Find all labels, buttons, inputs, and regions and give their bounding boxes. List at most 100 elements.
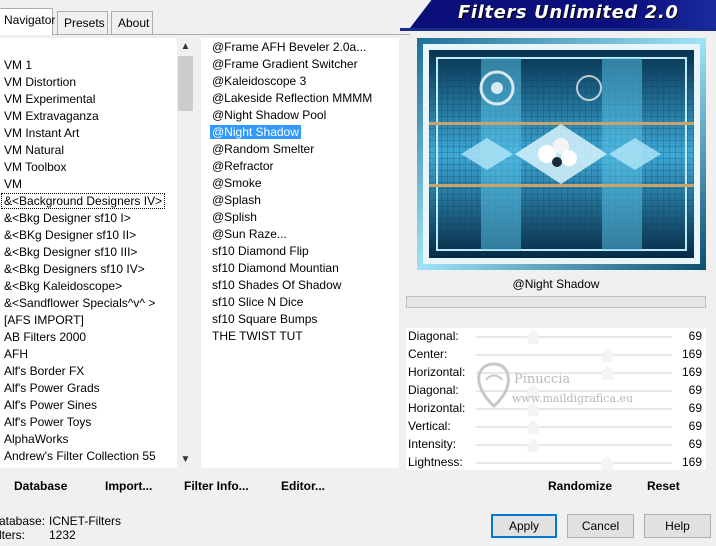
filters-count-label: lters: (0, 528, 26, 542)
category-item-label: AFH (4, 347, 28, 361)
parameter-slider-track[interactable] (476, 462, 672, 464)
filter-item[interactable]: sf10 Diamond Mountian (210, 260, 341, 277)
parameter-slider-thumb[interactable] (601, 366, 614, 380)
category-item[interactable]: &<Bkg Designer sf10 I> (2, 210, 133, 227)
import-button[interactable]: Import... (105, 477, 152, 495)
parameter-slider-track[interactable] (476, 372, 672, 374)
category-item[interactable]: [AFS IMPORT] (2, 312, 86, 329)
help-button[interactable]: Help (644, 514, 711, 538)
category-item[interactable]: AB Filters 2000 (2, 329, 88, 346)
filter-item[interactable]: sf10 Shades Of Shadow (210, 277, 343, 294)
parameter-row[interactable]: Diagonal: 69 (406, 382, 706, 400)
parameter-slider-thumb[interactable] (527, 438, 540, 452)
parameter-row[interactable]: Intensity: 69 (406, 436, 706, 454)
parameter-slider-track[interactable] (476, 390, 672, 392)
tab-navigator[interactable]: Navigator (0, 8, 55, 35)
parameter-slider-thumb[interactable] (527, 402, 540, 416)
filter-info-button[interactable]: Filter Info... (184, 477, 249, 495)
preview-artwork (417, 38, 706, 270)
category-item[interactable]: &<Background Designers IV> (0, 193, 166, 210)
parameter-row[interactable]: Horizontal: 69 (406, 400, 706, 418)
randomize-button[interactable]: Randomize (548, 477, 612, 495)
filter-item[interactable]: @Splash (210, 192, 263, 209)
parameter-slider-thumb[interactable] (527, 330, 540, 344)
category-item-label: Alf's Power Toys (4, 415, 92, 429)
parameter-slider-thumb[interactable] (601, 348, 614, 362)
category-item[interactable]: &<Bkg Designers sf10 IV> (2, 261, 147, 278)
banner-underline (400, 28, 716, 31)
category-item[interactable]: VM 1 (2, 57, 34, 74)
filter-item[interactable]: sf10 Square Bumps (210, 311, 319, 328)
filter-item[interactable]: @Night Shadow Pool (210, 107, 328, 124)
category-item[interactable]: Andrew's Filter Collection 56 (2, 465, 158, 468)
category-item[interactable]: &<Bkg Kaleidoscope> (2, 278, 124, 295)
parameter-slider-thumb[interactable] (527, 384, 540, 398)
filter-item-label: @Frame Gradient Switcher (212, 57, 358, 71)
parameter-row[interactable]: Diagonal: 69 (406, 328, 706, 346)
category-item[interactable]: VM Distortion (2, 74, 78, 91)
category-item[interactable]: AFH (2, 346, 30, 363)
category-item[interactable]: VM Experimental (2, 91, 97, 108)
parameter-slider-track[interactable] (476, 444, 672, 446)
category-item[interactable]: Alf's Border FX (2, 363, 86, 380)
filter-item[interactable]: @Splish (210, 209, 259, 226)
category-list[interactable]: VM 1 VM Distortion VM Experimental VM Extra… (0, 38, 177, 468)
parameter-slider-thumb[interactable] (527, 420, 540, 434)
tab-about[interactable]: About (111, 11, 153, 34)
category-item-label: VM Extravaganza (4, 109, 99, 123)
category-item[interactable]: VM Instant Art (2, 125, 81, 142)
category-item[interactable]: Alf's Power Toys (2, 414, 93, 431)
filter-item[interactable]: @Refractor (210, 158, 276, 175)
filter-item[interactable]: @Frame AFH Beveler 2.0a... (210, 39, 368, 56)
category-item[interactable]: VM (2, 176, 24, 193)
category-item[interactable]: &<BKg Designer sf10 II> (2, 227, 138, 244)
parameter-row[interactable]: Lightness: 169 (406, 454, 706, 472)
parameter-row[interactable]: Vertical: 69 (406, 418, 706, 436)
parameter-slider-track[interactable] (476, 426, 672, 428)
filter-item-label: sf10 Diamond Flip (212, 244, 309, 258)
category-item-label: VM 1 (4, 58, 33, 72)
filter-item-label: @Smoke (212, 176, 262, 190)
database-button[interactable]: Database (14, 477, 67, 495)
category-item[interactable]: VM Natural (2, 142, 66, 159)
category-scrollbar[interactable]: ▲ ▼ (177, 38, 194, 468)
filter-item[interactable]: @Frame Gradient Switcher (210, 56, 360, 73)
category-item[interactable]: &<Bkg Designer sf10 III> (2, 244, 139, 261)
filter-item[interactable]: @Lakeside Reflection MMMM (210, 90, 374, 107)
editor-button[interactable]: Editor... (281, 477, 325, 495)
database-value: ICNET-Filters (49, 514, 121, 528)
filter-item[interactable]: @Sun Raze... (210, 226, 289, 243)
filter-item[interactable]: @Kaleidoscope 3 (210, 73, 308, 90)
category-item[interactable]: VM Extravaganza (2, 108, 101, 125)
category-item[interactable]: &<Sandflower Specials^v^ > (2, 295, 157, 312)
filter-item-label: THE TWIST TUT (212, 329, 303, 343)
filter-item[interactable]: @Smoke (210, 175, 264, 192)
parameter-slider-track[interactable] (476, 336, 672, 338)
parameter-slider-track[interactable] (476, 408, 672, 410)
filter-item[interactable]: THE TWIST TUT (210, 328, 305, 345)
filter-item-label: @Splish (212, 210, 257, 224)
filter-item[interactable]: @Night Shadow (209, 124, 302, 141)
filter-item[interactable]: @Random Smelter (210, 141, 316, 158)
parameter-value: 169 (681, 455, 702, 469)
category-item[interactable]: VM Toolbox (2, 159, 68, 176)
filter-list[interactable]: @Frame AFH Beveler 2.0a... @Frame Gradien… (201, 38, 399, 468)
scroll-thumb[interactable] (178, 56, 193, 111)
tab-presets[interactable]: Presets (57, 11, 108, 34)
parameter-row[interactable]: Center: 169 (406, 346, 706, 364)
scroll-up-icon[interactable]: ▲ (177, 38, 194, 55)
apply-button[interactable]: Apply (491, 514, 557, 538)
parameter-slider-thumb[interactable] (601, 456, 614, 470)
parameter-slider-track[interactable] (476, 354, 672, 356)
filter-item[interactable]: sf10 Slice N Dice (210, 294, 305, 311)
category-item[interactable]: AlphaWorks (2, 431, 70, 448)
filter-item[interactable]: sf10 Diamond Flip (210, 243, 311, 260)
category-item[interactable]: Andrew's Filter Collection 55 (2, 448, 158, 465)
reset-button[interactable]: Reset (647, 477, 680, 495)
cancel-button[interactable]: Cancel (567, 514, 634, 538)
category-item[interactable]: Alf's Power Grads (2, 380, 102, 397)
category-item[interactable]: Alf's Power Sines (2, 397, 99, 414)
filter-item-label: @Splash (212, 193, 261, 207)
parameter-row[interactable]: Horizontal: 169 (406, 364, 706, 382)
scroll-down-icon[interactable]: ▼ (177, 451, 194, 468)
